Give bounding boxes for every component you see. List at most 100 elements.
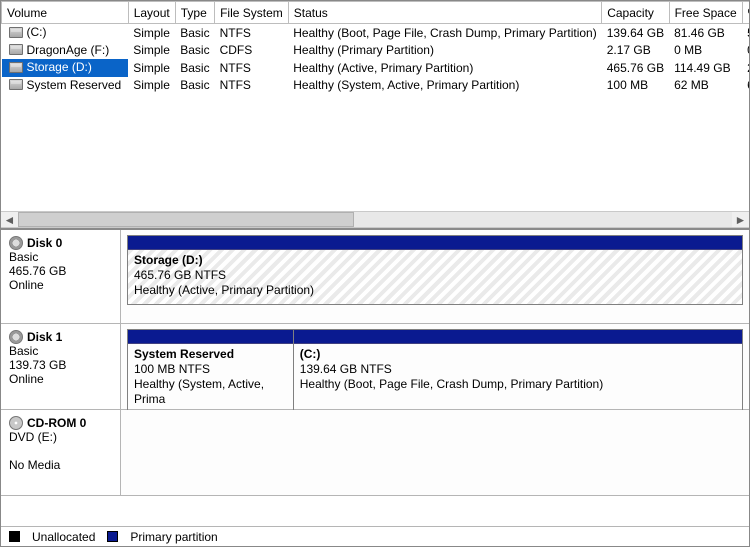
partition-text: System Reserved100 MB NTFSHealthy (Syste… bbox=[128, 344, 293, 413]
disk-title: Disk 1 bbox=[27, 330, 62, 344]
partition-size: 139.64 GB NTFS bbox=[300, 362, 736, 377]
partition[interactable]: Storage (D:)465.76 GB NTFSHealthy (Activ… bbox=[128, 236, 742, 304]
volume-list[interactable]: Volume Layout Type File System Status Ca… bbox=[1, 1, 749, 211]
col-volume[interactable]: Volume bbox=[2, 2, 129, 24]
cell-fs: NTFS bbox=[215, 59, 289, 77]
cell-fs: NTFS bbox=[215, 24, 289, 42]
partition-text: (C:)139.64 GB NTFSHealthy (Boot, Page Fi… bbox=[294, 344, 742, 398]
partition-status: Healthy (Boot, Page File, Crash Dump, Pr… bbox=[300, 377, 736, 392]
volume-header-row[interactable]: Volume Layout Type File System Status Ca… bbox=[2, 2, 750, 24]
volume-name-cell[interactable]: System Reserved bbox=[2, 77, 129, 95]
disk-title: CD-ROM 0 bbox=[27, 416, 86, 430]
partition-name: Storage (D:) bbox=[134, 253, 203, 267]
volume-name-cell[interactable]: (C:) bbox=[2, 24, 129, 42]
scroll-right-icon[interactable]: ► bbox=[732, 211, 749, 228]
volume-row[interactable]: Storage (D:)SimpleBasicNTFSHealthy (Acti… bbox=[2, 59, 750, 77]
cell-type: Basic bbox=[175, 42, 214, 60]
horizontal-scrollbar[interactable]: ◄ ► bbox=[1, 211, 749, 228]
cell-pctfree: 58 % bbox=[742, 24, 749, 42]
disk-state: No Media bbox=[9, 458, 112, 472]
cell-pctfree: 0 % bbox=[742, 42, 749, 60]
volume-name-cell[interactable]: Storage (D:) bbox=[2, 59, 129, 77]
cell-capacity: 2.17 GB bbox=[602, 42, 669, 60]
partition-status: Healthy (System, Active, Prima bbox=[134, 377, 287, 407]
cell-status: Healthy (Active, Primary Partition) bbox=[288, 59, 601, 77]
disk-title: Disk 0 bbox=[27, 236, 62, 250]
cell-fs: CDFS bbox=[215, 42, 289, 60]
legend: Unallocated Primary partition bbox=[1, 526, 749, 546]
scroll-thumb[interactable] bbox=[18, 212, 354, 227]
disk-size: 465.76 GB bbox=[9, 264, 112, 278]
col-type[interactable]: Type bbox=[175, 2, 214, 24]
disk-body[interactable]: Storage (D:)465.76 GB NTFSHealthy (Activ… bbox=[121, 230, 749, 323]
volume-table: Volume Layout Type File System Status Ca… bbox=[1, 1, 749, 94]
col-layout[interactable]: Layout bbox=[128, 2, 175, 24]
volume-row[interactable]: DragonAge (F:) SimpleBasicCDFSHealthy (Pr… bbox=[2, 42, 750, 60]
disk-body[interactable]: System Reserved100 MB NTFSHealthy (Syste… bbox=[121, 324, 749, 409]
disk-state: Online bbox=[9, 278, 112, 292]
volume-row[interactable]: System ReservedSimpleBasicNTFSHealthy (S… bbox=[2, 77, 750, 95]
col-capacity[interactable]: Capacity bbox=[602, 2, 669, 24]
volume-name: DragonAge (F:) bbox=[27, 43, 110, 57]
cell-layout: Simple bbox=[128, 59, 175, 77]
disk-icon bbox=[9, 330, 23, 344]
partition-name: System Reserved bbox=[134, 347, 234, 361]
partition-status: Healthy (Active, Primary Partition) bbox=[134, 283, 736, 298]
disk-layout-pane[interactable]: Disk 0Basic465.76 GBOnlineStorage (D:)46… bbox=[1, 228, 749, 526]
partition[interactable]: System Reserved100 MB NTFSHealthy (Syste… bbox=[128, 330, 294, 413]
cd-icon bbox=[9, 416, 23, 430]
disk-label[interactable]: Disk 1Basic139.73 GBOnline bbox=[1, 324, 121, 409]
disk-icon bbox=[9, 236, 23, 250]
cell-free: 0 MB bbox=[669, 42, 742, 60]
disk-row[interactable]: Disk 0Basic465.76 GBOnlineStorage (D:)46… bbox=[1, 230, 749, 324]
cell-status: Healthy (Boot, Page File, Crash Dump, Pr… bbox=[288, 24, 601, 42]
partition-header-bar bbox=[128, 330, 293, 344]
disk-row[interactable]: Disk 1Basic139.73 GBOnlineSystem Reserve… bbox=[1, 324, 749, 410]
cell-free: 81.46 GB bbox=[669, 24, 742, 42]
col-fs[interactable]: File System bbox=[215, 2, 289, 24]
cell-capacity: 139.64 GB bbox=[602, 24, 669, 42]
cell-free: 114.49 GB bbox=[669, 59, 742, 77]
disk-label[interactable]: Disk 0Basic465.76 GBOnline bbox=[1, 230, 121, 323]
partition-name: (C:) bbox=[300, 347, 321, 361]
volume-icon bbox=[9, 62, 23, 73]
volume-name: System Reserved bbox=[27, 78, 122, 92]
scroll-track[interactable] bbox=[18, 212, 732, 227]
cell-type: Basic bbox=[175, 77, 214, 95]
disk-row[interactable]: CD-ROM 0DVD (E:) No Media bbox=[1, 410, 749, 496]
legend-swatch-primary bbox=[107, 531, 118, 542]
partition-header-bar bbox=[294, 330, 742, 344]
volume-icon bbox=[9, 27, 23, 38]
legend-label-unallocated: Unallocated bbox=[32, 530, 95, 544]
cell-type: Basic bbox=[175, 24, 214, 42]
cell-status: Healthy (Primary Partition) bbox=[288, 42, 601, 60]
cell-layout: Simple bbox=[128, 77, 175, 95]
disk-body[interactable] bbox=[121, 410, 749, 495]
volume-name: (C:) bbox=[27, 25, 47, 39]
partition-header-bar bbox=[128, 236, 742, 250]
col-status[interactable]: Status bbox=[288, 2, 601, 24]
cell-type: Basic bbox=[175, 59, 214, 77]
disk-kind: Basic bbox=[9, 250, 112, 264]
cell-fs: NTFS bbox=[215, 77, 289, 95]
disk-label[interactable]: CD-ROM 0DVD (E:) No Media bbox=[1, 410, 121, 495]
partition-text: Storage (D:)465.76 GB NTFSHealthy (Activ… bbox=[128, 250, 742, 304]
partition-size: 465.76 GB NTFS bbox=[134, 268, 736, 283]
volume-name-cell[interactable]: DragonAge (F:) bbox=[2, 42, 129, 60]
disk-kind: Basic bbox=[9, 344, 112, 358]
volume-icon bbox=[9, 44, 23, 55]
cell-layout: Simple bbox=[128, 42, 175, 60]
col-pctfree[interactable]: % Free bbox=[742, 2, 749, 24]
disk-state: Online bbox=[9, 372, 112, 386]
cell-capacity: 100 MB bbox=[602, 77, 669, 95]
col-free[interactable]: Free Space bbox=[669, 2, 742, 24]
disk-size: 139.73 GB bbox=[9, 358, 112, 372]
scroll-left-icon[interactable]: ◄ bbox=[1, 211, 18, 228]
cell-free: 62 MB bbox=[669, 77, 742, 95]
disk-kind: DVD (E:) bbox=[9, 430, 112, 444]
legend-swatch-unallocated bbox=[9, 531, 20, 542]
cell-layout: Simple bbox=[128, 24, 175, 42]
partition-size: 100 MB NTFS bbox=[134, 362, 287, 377]
volume-row[interactable]: (C:) SimpleBasicNTFSHealthy (Boot, Page F… bbox=[2, 24, 750, 42]
partition[interactable]: (C:)139.64 GB NTFSHealthy (Boot, Page Fi… bbox=[294, 330, 742, 413]
